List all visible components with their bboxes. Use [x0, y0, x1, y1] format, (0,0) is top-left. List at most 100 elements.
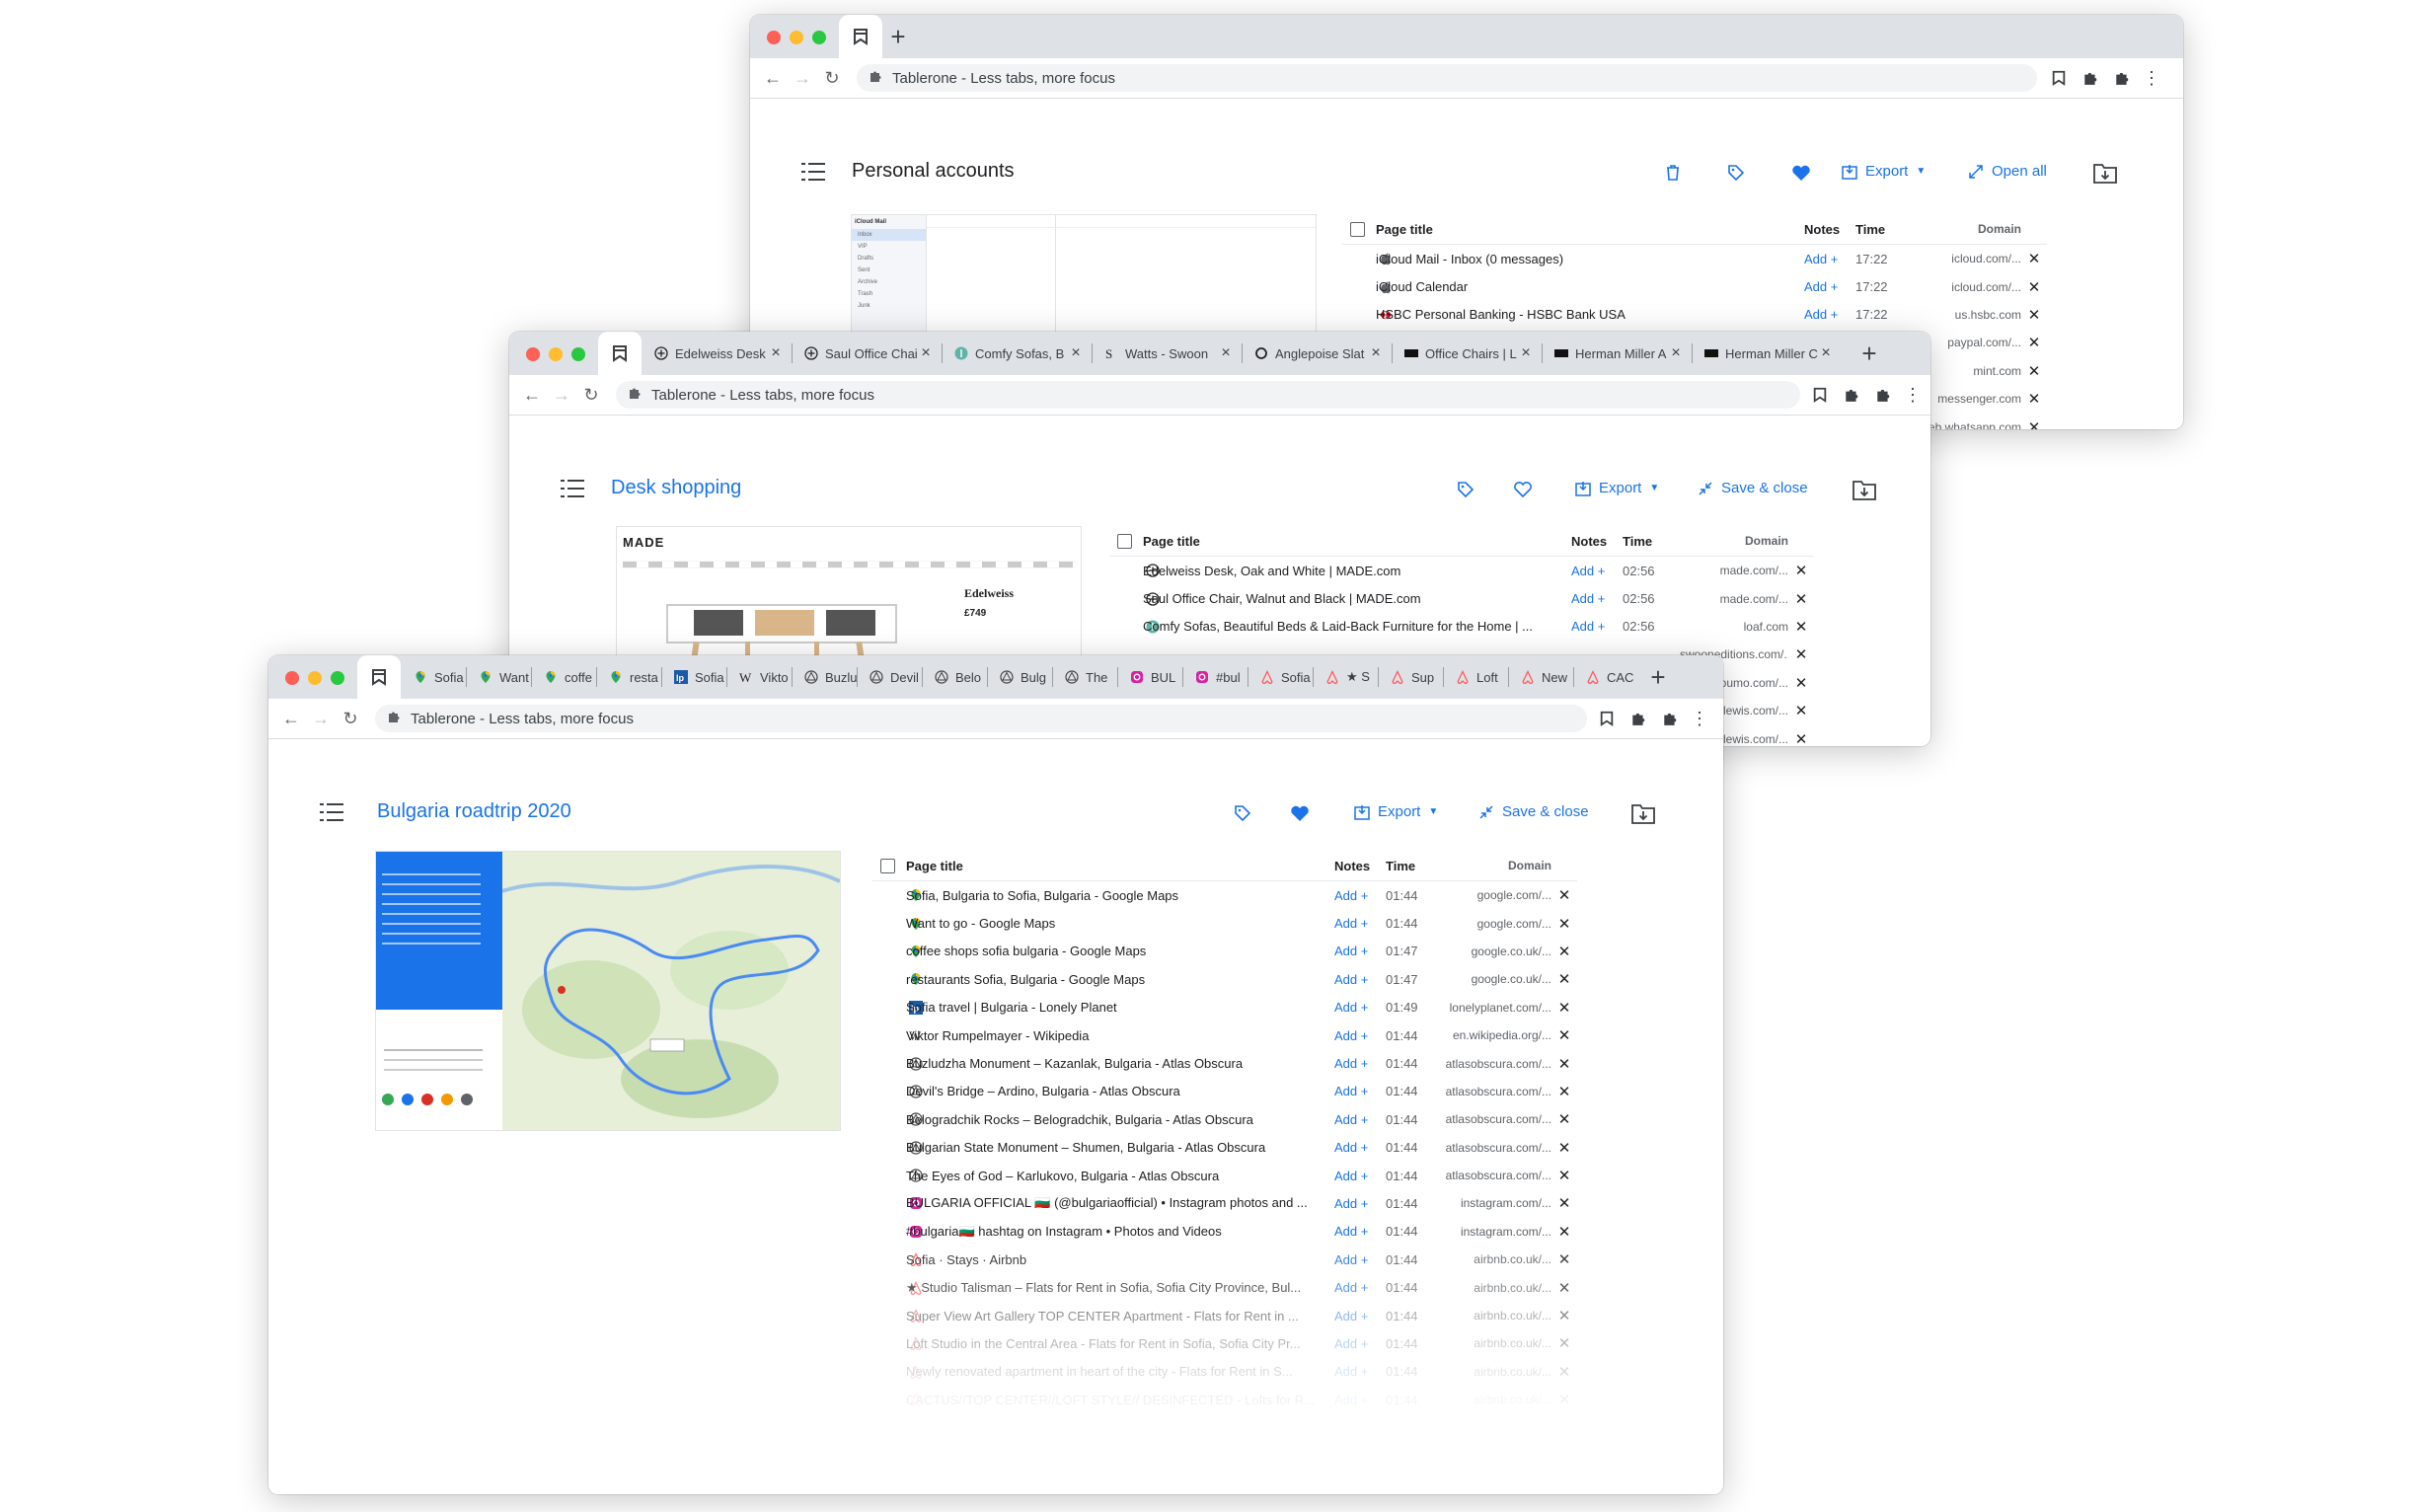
remove-row-icon[interactable]: ✕	[1551, 1026, 1577, 1044]
remove-row-icon[interactable]: ✕	[1551, 1223, 1577, 1241]
page-title-link[interactable]: restaurants Sofia, Bulgaria - Google Map…	[906, 972, 1334, 987]
browser-tab[interactable]: Belo	[922, 655, 987, 699]
address-bar[interactable]: Tablerone - Less tabs, more focus	[375, 705, 1587, 732]
table-row[interactable]: Belogradchik Rocks – Belogradchik, Bulga…	[872, 1105, 1577, 1133]
browser-tab[interactable]: Buzlu	[792, 655, 857, 699]
address-bar[interactable]: Tablerone - Less tabs, more focus	[616, 381, 1800, 409]
add-note-button[interactable]: Add +	[1571, 564, 1623, 578]
remove-row-icon[interactable]: ✕	[1788, 674, 1814, 692]
remove-row-icon[interactable]: ✕	[1551, 970, 1577, 988]
browser-tab[interactable]: Office Chairs | L ×	[1392, 332, 1542, 375]
browser-tab[interactable]: Sofia	[1248, 655, 1313, 699]
tablerone-pinned-tab[interactable]	[598, 332, 642, 375]
page-thumbnail-google-maps[interactable]	[375, 851, 841, 1131]
forward-arrow-icon[interactable]: →	[551, 385, 572, 405]
remove-row-icon[interactable]: ✕	[1551, 943, 1577, 960]
remove-row-icon[interactable]: ✕	[1551, 1139, 1577, 1157]
table-row[interactable]: W Viktor Rumpelmayer - Wikipedia Add +01:4…	[872, 1021, 1577, 1049]
extensions-menu-icon[interactable]	[2112, 68, 2132, 88]
table-row[interactable]: coffee shops sofia bulgaria - Google Map…	[872, 938, 1577, 965]
remove-row-icon[interactable]: ✕	[2021, 362, 2047, 380]
close-tab-icon[interactable]: ×	[918, 344, 934, 362]
heart-icon[interactable]	[1287, 800, 1313, 826]
close-window-button[interactable]	[526, 347, 540, 361]
collection-title[interactable]: Bulgaria roadtrip 2020	[377, 800, 571, 823]
new-tab-button[interactable]: +	[1644, 655, 1672, 699]
back-arrow-icon[interactable]: ←	[280, 709, 302, 728]
table-row[interactable]: iCloud Mail - Inbox (0 messages) Add +17:…	[1342, 245, 2047, 272]
browser-tab[interactable]: Devil	[857, 655, 922, 699]
maximize-window-button[interactable]	[812, 31, 826, 44]
collections-list-icon[interactable]	[561, 478, 584, 504]
page-title-link[interactable]: Edelweiss Desk, Oak and White | MADE.com	[1143, 564, 1571, 578]
add-note-button[interactable]: Add +	[1804, 307, 1855, 322]
remove-row-icon[interactable]: ✕	[1788, 730, 1814, 746]
page-title-link[interactable]: The Eyes of God – Karlukovo, Bulgaria - …	[906, 1169, 1334, 1183]
add-note-button[interactable]: Add +	[1571, 619, 1623, 634]
remove-row-icon[interactable]: ✕	[2021, 306, 2047, 324]
extensions-menu-icon[interactable]	[1660, 709, 1680, 728]
extension-icon[interactable]	[1842, 385, 1861, 405]
page-title-link[interactable]: Belogradchik Rocks – Belogradchik, Bulga…	[906, 1112, 1334, 1127]
table-row[interactable]: Bulgarian State Monument – Shumen, Bulga…	[872, 1134, 1577, 1162]
add-note-button[interactable]: Add +	[1334, 944, 1386, 958]
close-tab-icon[interactable]: ×	[1668, 344, 1684, 362]
page-title-link[interactable]: iCloud Calendar	[1376, 279, 1804, 294]
page-title-link[interactable]: Devil's Bridge – Ardino, Bulgaria - Atla…	[906, 1084, 1334, 1098]
folder-download-icon[interactable]	[1850, 475, 1879, 504]
table-row[interactable]: Edelweiss Desk, Oak and White | MADE.com…	[1109, 557, 1814, 584]
remove-row-icon[interactable]: ✕	[1551, 1250, 1577, 1268]
add-note-button[interactable]: Add +	[1334, 1084, 1386, 1098]
trash-icon[interactable]	[1660, 160, 1686, 186]
open-all-button[interactable]: Open all	[1968, 163, 2047, 180]
close-window-button[interactable]	[767, 31, 781, 44]
new-tab-button[interactable]: +	[884, 15, 912, 58]
tablerone-pinned-tab[interactable]	[839, 15, 882, 58]
browser-tab[interactable]: Herman Miller C ×	[1692, 332, 1842, 375]
close-window-button[interactable]	[285, 671, 299, 685]
browser-tab[interactable]: lp Sofia	[661, 655, 726, 699]
minimize-window-button[interactable]	[790, 31, 803, 44]
remove-row-icon[interactable]: ✕	[1788, 702, 1814, 719]
table-row[interactable]: BULGARIA OFFICIAL 🇧🇬 (@bulgariaofficial)…	[872, 1189, 1577, 1217]
browser-tab[interactable]: Comfy Sofas, B ×	[942, 332, 1092, 375]
remove-row-icon[interactable]: ✕	[1551, 915, 1577, 933]
extension-icon[interactable]	[2080, 68, 2100, 88]
maximize-window-button[interactable]	[331, 671, 344, 685]
remove-row-icon[interactable]: ✕	[1551, 1167, 1577, 1184]
table-row[interactable]: restaurants Sofia, Bulgaria - Google Map…	[872, 965, 1577, 993]
remove-row-icon[interactable]: ✕	[2021, 334, 2047, 351]
export-button[interactable]: Export ▼	[1354, 803, 1438, 820]
heart-icon[interactable]	[1788, 160, 1814, 186]
page-title-link[interactable]: Viktor Rumpelmayer - Wikipedia	[906, 1028, 1334, 1043]
browser-tab[interactable]: W Vikto	[726, 655, 792, 699]
select-all-checkbox[interactable]	[1342, 221, 1372, 237]
back-arrow-icon[interactable]: ←	[521, 385, 543, 405]
close-tab-icon[interactable]: ×	[1818, 344, 1834, 362]
table-row[interactable]: Devil's Bridge – Ardino, Bulgaria - Atla…	[872, 1078, 1577, 1105]
browser-tab[interactable]: BUL	[1117, 655, 1182, 699]
add-note-button[interactable]: Add +	[1571, 591, 1623, 606]
page-title-link[interactable]: Saul Office Chair, Walnut and Black | MA…	[1143, 591, 1571, 606]
new-tab-button[interactable]: +	[1855, 332, 1883, 375]
table-row[interactable]: Saul Office Chair, Walnut and Black | MA…	[1109, 584, 1814, 612]
browser-tab[interactable]: CAC	[1573, 655, 1638, 699]
select-all-checkbox[interactable]	[872, 858, 902, 873]
extension-icon[interactable]	[1628, 709, 1648, 728]
browser-tab[interactable]: #bul	[1182, 655, 1248, 699]
forward-arrow-icon[interactable]: →	[310, 709, 332, 728]
address-bar[interactable]: Tablerone - Less tabs, more focus	[857, 64, 2037, 92]
page-title-link[interactable]: Want to go - Google Maps	[906, 916, 1334, 931]
add-note-button[interactable]: Add +	[1334, 1169, 1386, 1183]
collection-title[interactable]: Desk shopping	[611, 477, 741, 499]
tablerone-toolbar-icon[interactable]	[1597, 709, 1617, 728]
browser-tab[interactable]: New	[1508, 655, 1573, 699]
page-title-link[interactable]: Sofia, Bulgaria to Sofia, Bulgaria - Goo…	[906, 888, 1334, 903]
remove-row-icon[interactable]: ✕	[2021, 250, 2047, 267]
browser-tab[interactable]: Herman Miller A ×	[1542, 332, 1692, 375]
more-menu-icon[interactable]: ⋮	[2142, 68, 2161, 88]
page-title-link[interactable]: iCloud Mail - Inbox (0 messages)	[1376, 252, 1804, 266]
close-tab-icon[interactable]: ×	[1518, 344, 1534, 362]
tag-icon[interactable]	[1723, 160, 1749, 186]
remove-row-icon[interactable]: ✕	[1551, 1110, 1577, 1128]
